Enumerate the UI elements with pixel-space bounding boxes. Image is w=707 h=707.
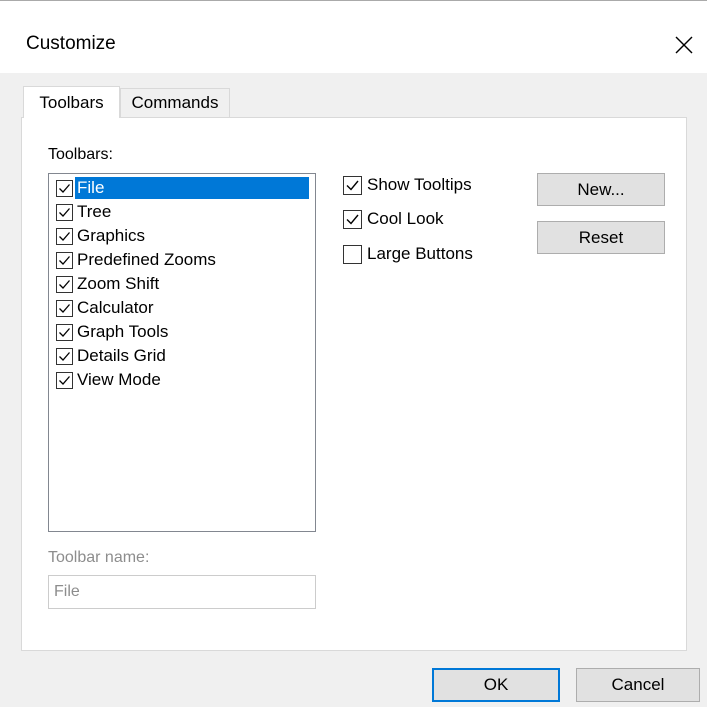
list-item-label: Calculator — [77, 298, 154, 317]
reset-button-label: Reset — [578, 227, 624, 247]
checkmark-icon — [346, 180, 359, 191]
checkmark-icon — [59, 327, 70, 337]
checkbox[interactable] — [343, 209, 362, 229]
checkbox[interactable] — [343, 175, 362, 195]
list-item-label: View Mode — [77, 370, 161, 389]
list-item[interactable]: Details Grid — [56, 344, 316, 368]
checkbox[interactable] — [56, 227, 73, 245]
ok-button-label: OK — [483, 675, 509, 694]
list-item[interactable]: Graph Tools — [56, 320, 316, 344]
tab-commands-label: Commands — [131, 93, 219, 112]
checkbox[interactable] — [56, 203, 73, 221]
toolbar-name-label: Toolbar name: — [48, 549, 150, 566]
large-buttons-checkbox[interactable]: Large Buttons — [343, 241, 473, 267]
list-item-label: Graphics — [77, 226, 146, 245]
tab-toolbars-label: Toolbars — [39, 92, 104, 112]
list-item-label: Zoom Shift — [77, 274, 160, 293]
close-button[interactable] — [668, 29, 700, 61]
checkmark-icon — [59, 255, 70, 265]
toolbars-listbox[interactable]: File Tree Graphics Predefined Zooms Zoom… — [48, 173, 316, 532]
customize-dialog: Customize Toolbars Commands Toolbars: Fi… — [0, 0, 707, 707]
list-item-label: Tree — [77, 202, 112, 221]
toolbars-list-label: Toolbars: — [48, 146, 113, 163]
checkmark-icon — [59, 303, 70, 313]
title-bar: Customize — [0, 1, 707, 73]
ok-button[interactable]: OK — [432, 668, 560, 702]
cancel-button-label: Cancel — [611, 675, 665, 694]
checkmark-icon — [59, 207, 70, 217]
checkmark-icon — [59, 279, 70, 289]
list-item[interactable]: Predefined Zooms — [56, 248, 316, 272]
list-item[interactable]: Tree — [56, 200, 316, 224]
checkbox[interactable] — [56, 371, 73, 389]
checkmark-icon — [59, 351, 70, 361]
close-icon — [675, 36, 693, 54]
checkbox[interactable] — [56, 323, 73, 341]
large-buttons-label: Large Buttons — [367, 244, 473, 263]
checkmark-icon — [346, 214, 359, 225]
checkmark-icon — [59, 375, 70, 385]
list-item[interactable]: Zoom Shift — [56, 272, 316, 296]
window-title: Customize — [26, 33, 116, 54]
toolbar-name-field[interactable]: File — [48, 575, 316, 609]
list-item-label: Details Grid — [77, 346, 166, 365]
tab-commands[interactable]: Commands — [120, 88, 230, 118]
toolbar-name-value: File — [54, 583, 80, 600]
cool-look-checkbox[interactable]: Cool Look — [343, 206, 444, 232]
list-item-label: File — [75, 177, 309, 199]
new-toolbar-button-label: New... — [577, 179, 625, 199]
checkmark-icon — [59, 231, 70, 241]
checkbox[interactable] — [56, 275, 73, 293]
list-item[interactable]: File — [56, 176, 316, 200]
new-toolbar-button[interactable]: New... — [537, 173, 665, 206]
show-tooltips-checkbox[interactable]: Show Tooltips — [343, 172, 472, 198]
list-item-label: Predefined Zooms — [77, 250, 216, 269]
tab-toolbars[interactable]: Toolbars — [23, 86, 120, 118]
reset-button[interactable]: Reset — [537, 221, 665, 254]
show-tooltips-label: Show Tooltips — [367, 175, 472, 194]
checkbox[interactable] — [56, 179, 73, 197]
cancel-button[interactable]: Cancel — [576, 668, 700, 702]
cool-look-label: Cool Look — [367, 209, 444, 228]
checkmark-icon — [59, 183, 70, 193]
list-item[interactable]: Graphics — [56, 224, 316, 248]
checkbox[interactable] — [56, 347, 73, 365]
checkbox[interactable] — [56, 251, 73, 269]
list-item-label: Graph Tools — [77, 322, 169, 341]
checkbox[interactable] — [343, 244, 362, 264]
list-item[interactable]: Calculator — [56, 296, 316, 320]
checkbox[interactable] — [56, 299, 73, 317]
list-item[interactable]: View Mode — [56, 368, 316, 392]
